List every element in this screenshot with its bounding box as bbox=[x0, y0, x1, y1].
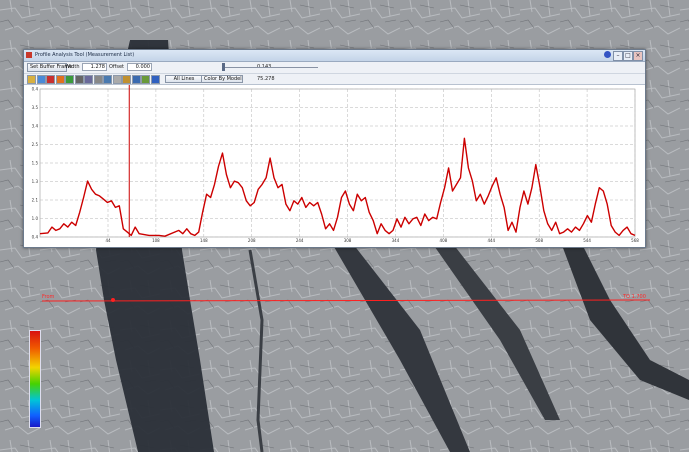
offset-label: Offset bbox=[109, 64, 125, 70]
y-tick-label: 1.5 bbox=[32, 161, 39, 166]
app-icon bbox=[26, 52, 32, 58]
copy-icon[interactable] bbox=[84, 75, 93, 84]
set-buffer-frame-button[interactable]: Set Buffer Frame bbox=[27, 63, 72, 72]
color-by-model-button[interactable]: Color By Model bbox=[201, 75, 243, 83]
line-color-icon[interactable] bbox=[46, 75, 55, 84]
y-tick-label: 3.4 bbox=[32, 124, 39, 129]
profile-start-label: From bbox=[42, 294, 55, 300]
x-tick-label: 244 bbox=[296, 238, 304, 243]
y-tick-label: 2.1 bbox=[32, 198, 39, 203]
x-tick-label: 444 bbox=[487, 238, 495, 243]
y-tick-label: 0.4 bbox=[32, 87, 39, 92]
y-tick-label: 3.5 bbox=[32, 105, 39, 110]
y-tick-label: 0.4 bbox=[32, 235, 39, 240]
elevation-colorbar bbox=[29, 330, 41, 428]
y-tick-label: 1.3 bbox=[32, 179, 39, 184]
x-tick-label: 208 bbox=[248, 238, 256, 243]
x-tick-label: 568 bbox=[631, 238, 639, 243]
grid-icon[interactable] bbox=[103, 75, 112, 84]
width-label: Width bbox=[65, 64, 80, 70]
profile-analysis-window: Profile Analysis Tool (Measurement List)… bbox=[23, 49, 646, 248]
y-tick-label: 1.0 bbox=[32, 216, 39, 221]
pan-icon[interactable] bbox=[36, 75, 46, 84]
zoom-icon[interactable] bbox=[27, 75, 36, 84]
readout-value: 75.278 bbox=[257, 76, 275, 82]
offset-slider-thumb[interactable] bbox=[222, 63, 225, 71]
offset-slider-track[interactable] bbox=[222, 67, 318, 68]
x-tick-label: 408 bbox=[440, 238, 448, 243]
x-tick-label: 344 bbox=[392, 238, 400, 243]
tools-toolbar: All Lines Color By Model 75.278 bbox=[24, 74, 645, 85]
print-icon[interactable] bbox=[74, 75, 84, 84]
width-field[interactable]: 1.278 bbox=[82, 63, 107, 71]
close-button[interactable]: × bbox=[633, 51, 643, 61]
title-bar[interactable]: Profile Analysis Tool (Measurement List)… bbox=[24, 50, 645, 62]
x-tick-label: 308 bbox=[344, 238, 352, 243]
info-icon[interactable] bbox=[150, 75, 160, 84]
swatch-icon[interactable] bbox=[55, 75, 65, 84]
window-title: Profile Analysis Tool (Measurement List) bbox=[35, 52, 135, 58]
offset-field[interactable]: 0.000 bbox=[127, 63, 152, 71]
refresh-icon[interactable] bbox=[141, 75, 150, 84]
x-tick-label: 44 bbox=[105, 238, 111, 243]
ruler-icon[interactable] bbox=[122, 75, 131, 84]
settings-icon[interactable] bbox=[93, 75, 103, 84]
settings-toolbar: Set Buffer Frame Width 1.278 Offset 0.00… bbox=[24, 62, 645, 74]
x-tick-label: 148 bbox=[200, 238, 208, 243]
table-icon[interactable] bbox=[112, 75, 122, 84]
x-tick-label: 544 bbox=[583, 238, 591, 243]
all-lines-dropdown[interactable]: All Lines bbox=[165, 75, 203, 83]
maximize-button[interactable]: □ bbox=[623, 51, 633, 61]
minimize-button[interactable]: – bbox=[613, 51, 623, 61]
profile-end-label: TO 1.700 bbox=[623, 294, 646, 300]
help-icon[interactable] bbox=[604, 51, 611, 58]
y-tick-label: 2.5 bbox=[32, 142, 39, 147]
export-icon[interactable] bbox=[65, 75, 74, 84]
x-tick-label: 508 bbox=[535, 238, 543, 243]
save-icon[interactable] bbox=[131, 75, 141, 84]
x-tick-label: 108 bbox=[152, 238, 160, 243]
profile-chart[interactable]: 0.4 3.5 3.4 2.5 1.5 1.3 2.1 1.0 0.4 44 108 148 208 24… bbox=[27, 85, 642, 244]
